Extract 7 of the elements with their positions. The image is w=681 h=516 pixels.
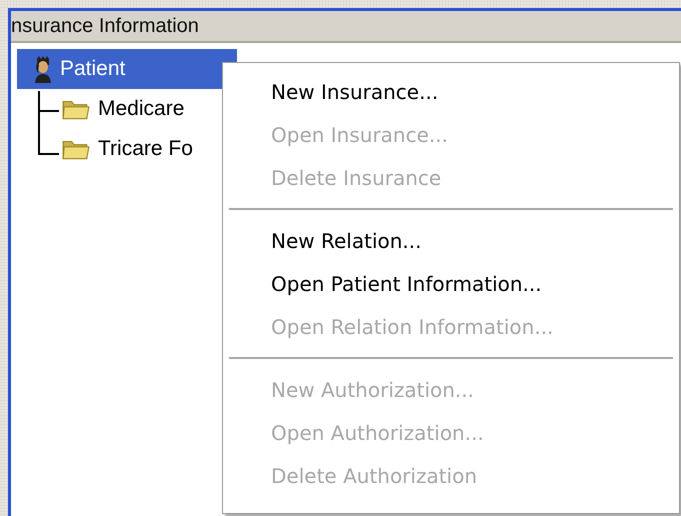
menu-item[interactable]: New Relation... [223, 220, 679, 263]
menu-item[interactable]: Open Patient Information... [223, 263, 679, 306]
menu-item[interactable]: New Insurance... [223, 71, 679, 114]
panel-title: nsurance Information [11, 11, 681, 43]
tree-item[interactable]: Medicare [95, 96, 188, 122]
person-icon [33, 55, 53, 83]
tree-item[interactable]: Tricare Fo [95, 136, 196, 162]
